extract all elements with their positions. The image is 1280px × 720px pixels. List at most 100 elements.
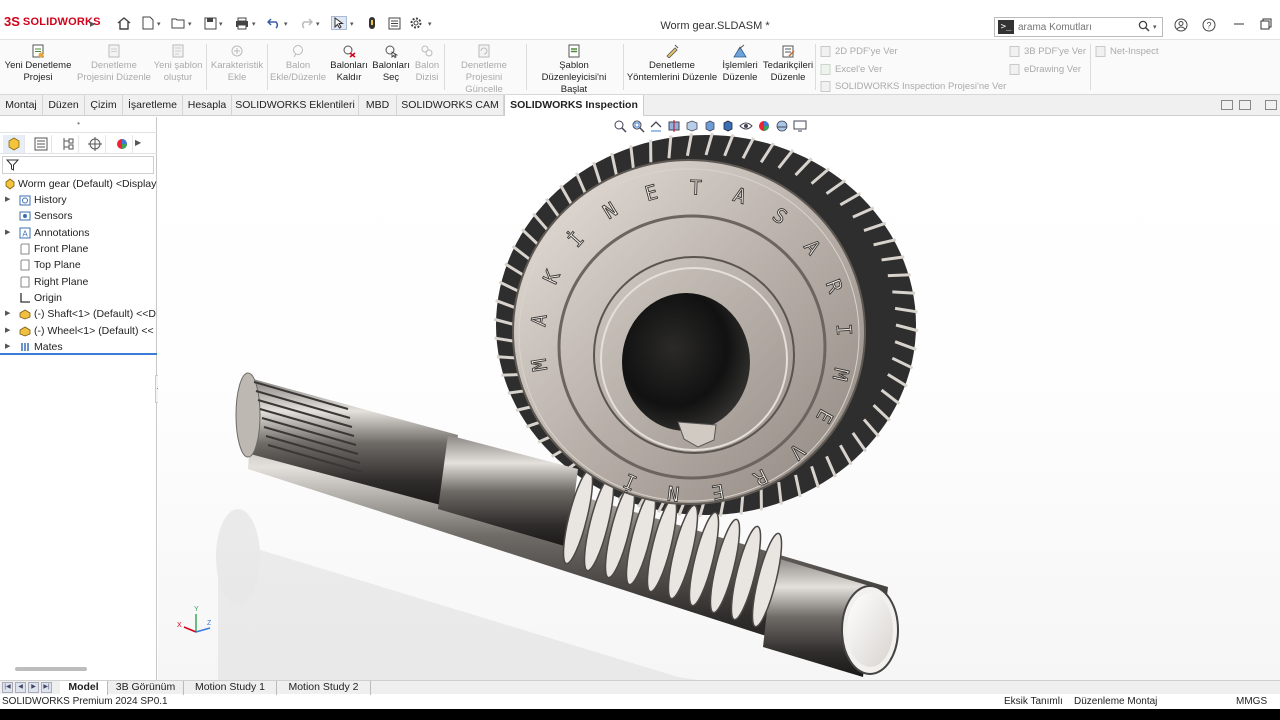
next-tab-arrow-icon[interactable]: ▶	[28, 682, 39, 693]
export-inspection-project-button[interactable]: SOLIDWORKS Inspection Projesi'ne Ver	[820, 78, 1006, 94]
panel-grip[interactable]: •	[0, 117, 157, 133]
launch-template-editor-button[interactable]: Şablon Düzenleyicisi'ni Başlat	[528, 42, 620, 95]
displaymanager-tab[interactable]	[111, 135, 133, 153]
edit-inspection-methods-button[interactable]: Denetleme Yöntemlerini Düzenle	[625, 42, 719, 92]
propertymanager-tab[interactable]	[30, 135, 52, 153]
panel-tabs-more-icon[interactable]: ▶	[135, 138, 141, 147]
open-folder-icon[interactable]	[170, 16, 186, 30]
save-dropdown-icon[interactable]: ▾	[219, 20, 223, 28]
user-account-icon[interactable]	[1173, 18, 1189, 34]
bottom-tab-bar: |◀ ◀ ▶ ▶| Model 3B Görünüm Motion Study …	[0, 680, 1280, 695]
help-icon[interactable]: ?	[1201, 18, 1217, 34]
redo-dropdown-icon[interactable]: ▾	[316, 20, 320, 28]
print-icon[interactable]	[234, 16, 250, 30]
tree-item-sensors[interactable]: Sensors	[0, 208, 157, 224]
expand-caret-icon[interactable]: ▶	[5, 225, 10, 241]
tile-horizontal-icon[interactable]	[1221, 100, 1233, 110]
tree-filter[interactable]	[2, 156, 154, 174]
command-search-input[interactable]	[1018, 21, 1136, 33]
pdf-3d-icon	[1009, 45, 1020, 57]
tab-3d-view[interactable]: 3B Görünüm	[108, 681, 184, 695]
maximize-view-icon[interactable]	[1265, 100, 1277, 110]
graphics-viewport[interactable]: MAKİNETASARIMEVRENİ Y X Z	[158, 117, 1280, 680]
tile-vertical-icon[interactable]	[1239, 100, 1251, 110]
search-icon[interactable]	[1138, 20, 1150, 35]
remove-balloons-button[interactable]: Balonları Kaldır	[328, 42, 370, 92]
gear-tooth	[892, 290, 916, 295]
tab-mbd[interactable]: MBD	[359, 95, 397, 115]
tree-item-origin[interactable]: Origin	[0, 290, 157, 306]
edit-suppliers-button[interactable]: Tedarikçileri Düzenle	[762, 42, 814, 92]
search-dropdown-icon[interactable]: ▾	[1153, 23, 1157, 31]
expand-caret-icon[interactable]: ▶	[5, 192, 10, 208]
previous-tab-arrow-icon[interactable]: ◀	[15, 682, 26, 693]
options-gear-icon[interactable]	[408, 16, 424, 30]
minimize-icon[interactable]	[1231, 18, 1247, 34]
tree-item-shaft[interactable]: ▶ (-) Shaft<1> (Default) <<D	[0, 306, 157, 322]
tree-item-history[interactable]: ▶ History	[0, 192, 157, 208]
export-2d-pdf-button[interactable]: 2D PDF'ye Ver	[820, 43, 898, 59]
export-3d-pdf-button[interactable]: 3B PDF'ye Ver	[1009, 43, 1086, 59]
export-edrawing-button[interactable]: eDrawing Ver	[1009, 61, 1081, 77]
tree-item-top-plane[interactable]: Top Plane	[0, 257, 157, 273]
tree-item-wheel[interactable]: ▶ (-) Wheel<1> (Default) <<	[0, 323, 157, 339]
tab-duzen[interactable]: Düzen	[43, 95, 85, 115]
open-dropdown-icon[interactable]: ▾	[188, 20, 192, 28]
featuremanager-tab[interactable]	[3, 135, 25, 153]
home-icon[interactable]	[116, 16, 132, 30]
worm-gear-model[interactable]: MAKİNE T ASARIMEVRENİ Y X Z	[158, 117, 1280, 680]
dimxpertmanager-tab[interactable]	[84, 135, 106, 153]
redo-icon[interactable]	[298, 16, 314, 30]
new-document-icon[interactable]	[140, 16, 156, 30]
create-new-template-button[interactable]: Yeni şablon oluştur	[152, 42, 204, 92]
select-balloons-button[interactable]: Balonları Seç	[370, 42, 412, 92]
expand-caret-icon[interactable]: ▶	[5, 323, 10, 339]
tab-isaretleme[interactable]: İşaretleme	[123, 95, 183, 115]
export-excel-button[interactable]: Excel'e Ver	[820, 61, 882, 77]
tab-motion-study-1[interactable]: Motion Study 1	[184, 681, 277, 695]
tree-rollback-bar[interactable]	[0, 353, 157, 355]
undo-dropdown-icon[interactable]: ▾	[284, 20, 288, 28]
add-edit-balloon-button[interactable]: Balon Ekle/Düzenle	[269, 42, 327, 92]
file-properties-icon[interactable]	[386, 16, 402, 30]
select-arrow-icon[interactable]	[331, 16, 347, 30]
edit-inspection-project-button[interactable]: Denetleme Projesini Düzenle	[76, 42, 152, 92]
menu-expand-icon[interactable]: ▶	[90, 20, 95, 28]
update-inspection-project-button[interactable]: Denetleme Projesini Güncelle	[446, 42, 522, 95]
tab-montaj[interactable]: Montaj	[0, 95, 43, 115]
last-tab-arrow-icon[interactable]: ▶|	[41, 682, 52, 693]
expand-caret-icon[interactable]: ▶	[5, 306, 10, 322]
status-units[interactable]: MMGS	[1236, 695, 1267, 709]
tab-solidworks-eklentileri[interactable]: SOLIDWORKS Eklentileri	[232, 95, 359, 115]
tab-model[interactable]: Model	[60, 681, 108, 695]
save-icon[interactable]	[202, 16, 218, 30]
tree-item-front-plane[interactable]: Front Plane	[0, 241, 157, 257]
tree-root-assembly[interactable]: Worm gear (Default) <Display	[0, 176, 157, 192]
excel-icon	[820, 63, 831, 75]
undo-icon[interactable]	[266, 16, 282, 30]
balloon-pattern-button[interactable]: Balon Dizisi	[412, 42, 442, 92]
command-search-box[interactable]: >_ ▾	[994, 17, 1163, 37]
solidworks-logo[interactable]: 3S SOLIDWORKS	[4, 14, 101, 29]
rebuild-icon[interactable]	[364, 16, 380, 30]
options-dropdown-icon[interactable]: ▾	[428, 20, 432, 28]
new-dropdown-icon[interactable]: ▾	[157, 20, 161, 28]
tab-solidworks-inspection[interactable]: SOLIDWORKS Inspection	[504, 95, 644, 116]
new-inspection-project-button[interactable]: Yeni Denetleme Projesi	[2, 42, 74, 92]
tab-motion-study-2[interactable]: Motion Study 2	[277, 681, 371, 695]
tab-hesapla[interactable]: Hesapla	[183, 95, 232, 115]
tab-solidworks-cam[interactable]: SOLIDWORKS CAM	[397, 95, 504, 115]
add-characteristic-button[interactable]: Karakteristik Ekle	[208, 42, 266, 92]
edit-operations-button[interactable]: İşlemleri Düzenle	[719, 42, 761, 92]
tree-item-annotations[interactable]: ▶ A Annotations	[0, 225, 157, 241]
tree-item-right-plane[interactable]: Right Plane	[0, 274, 157, 290]
configurationmanager-tab[interactable]	[57, 135, 79, 153]
select-dropdown-icon[interactable]: ▾	[350, 20, 354, 28]
horizontal-scrollbar[interactable]	[15, 667, 87, 671]
net-inspect-button[interactable]: Net-Inspect	[1095, 43, 1159, 59]
first-tab-arrow-icon[interactable]: |◀	[2, 682, 13, 693]
tab-cizim[interactable]: Çizim	[85, 95, 123, 115]
print-dropdown-icon[interactable]: ▾	[252, 20, 256, 28]
restore-icon[interactable]	[1258, 18, 1274, 34]
ribbon-separator	[444, 44, 445, 90]
